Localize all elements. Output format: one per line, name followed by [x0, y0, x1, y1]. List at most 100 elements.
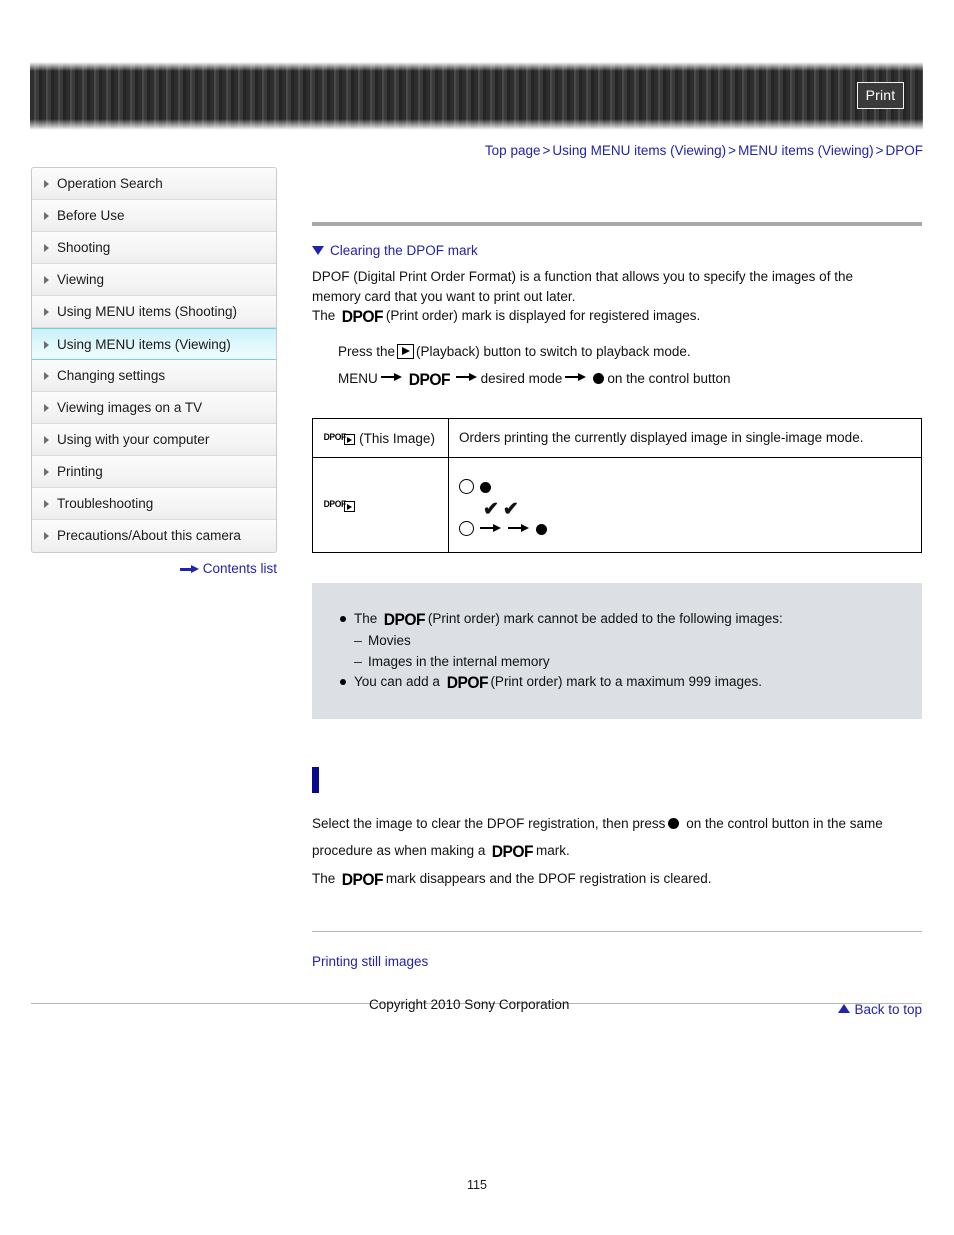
sidebar-item-label: Shooting [57, 240, 111, 255]
triangle-down-icon [312, 246, 324, 255]
clearing-dpof-mark-anchor[interactable]: Clearing the DPOF mark [312, 243, 922, 258]
sidebar-item-using-menu-items-viewing[interactable]: Using MENU items (Viewing) [32, 328, 276, 360]
clearing-line-1-text: Select the image to clear the DPOF regis… [312, 815, 666, 831]
sidebar-item-label: Troubleshooting [57, 496, 154, 511]
control-center-dot-icon [480, 481, 491, 493]
contents-list-label: Contents list [202, 561, 277, 576]
sidebar-item-label: Using with your computer [57, 432, 210, 447]
sidebar-item-viewing-images-on-a-tv[interactable]: Viewing images on a TV [32, 392, 276, 424]
page-title-placeholder [312, 167, 922, 222]
multi-step-2 [459, 519, 911, 540]
dpof-logo-icon: DPOF [408, 369, 451, 389]
table-cell-mode-multiple-images: DPOF [312, 456, 449, 553]
breadcrumb: Top page > Using MENU items (Viewing) > MENU… [485, 143, 923, 158]
arrow-right-icon [480, 524, 502, 533]
sidebar-item-printing[interactable]: Printing [32, 456, 276, 488]
table-cell-description-multiple-images: ✔ ✔ [448, 456, 922, 553]
arrow-right-icon [380, 373, 403, 382]
playback-button-icon [397, 343, 415, 359]
dpof-logo-icon: DPOF [491, 841, 534, 861]
note-item-2: You can add a DPOF (Print order) mark to … [340, 672, 922, 693]
sidebar-item-label: Printing [57, 464, 103, 479]
page-number: 115 [467, 1178, 487, 1192]
sidebar-item-precautions-about-this-camera[interactable]: Precautions/About this camera [32, 520, 276, 552]
press-suffix-label: (Playback) button to switch to playback … [416, 343, 691, 359]
dpof-logo-icon: DPOF [341, 869, 384, 889]
note-item-1: The DPOF (Print order) mark cannot be add… [340, 609, 922, 630]
note-1-suffix: (Print order) mark cannot be added to th… [427, 610, 783, 626]
sidebar-item-before-use[interactable]: Before Use [32, 200, 276, 232]
sidebar-item-operation-search[interactable]: Operation Search [32, 168, 276, 200]
print-button[interactable]: Print [857, 82, 904, 109]
sidebar-item-shooting[interactable]: Shooting [32, 232, 276, 264]
sidebar-item-label: Changing settings [57, 368, 166, 383]
breadcrumb-item-dpof[interactable]: DPOF [885, 143, 923, 158]
dpof-steps: Press the (Playback) button to switch to … [312, 338, 922, 393]
sidebar-nav: Operation Search Before Use Shooting Vie… [31, 167, 277, 553]
check-mark-icon: ✔ [483, 498, 499, 520]
section-heading-label: Clearing the DPOF mark [330, 243, 478, 258]
control-center-dot-icon [536, 523, 547, 535]
control-center-dot-icon [593, 372, 605, 384]
content-divider [312, 930, 922, 932]
table-row: DPOF ✔ ✔ [312, 456, 922, 553]
right-arrow-icon [179, 565, 200, 574]
arrow-right-icon [455, 373, 478, 382]
sidebar-item-label: Precautions/About this camera [57, 528, 241, 543]
clearing-line-2-suffix: mark. [535, 842, 570, 858]
printing-still-images-link[interactable]: Printing still images [312, 954, 922, 969]
multi-step-1 [459, 477, 911, 498]
multi-step-1-sub-2: ✔ ✔ [459, 498, 911, 519]
sidebar-item-viewing[interactable]: Viewing [32, 264, 276, 296]
sidebar-item-changing-settings[interactable]: Changing settings [32, 360, 276, 392]
sidebar-item-using-with-your-computer[interactable]: Using with your computer [32, 424, 276, 456]
step-number-1 [459, 478, 474, 494]
triangle-up-icon [838, 1003, 851, 1013]
step-number-2 [459, 520, 474, 536]
note-1-prefix: The [354, 610, 378, 626]
breadcrumb-separator: > [875, 143, 884, 158]
menu-step: MENU DPOF desired mode on the control butto… [338, 365, 922, 393]
sidebar-item-label: Viewing images on a TV [57, 400, 203, 415]
sidebar-item-label: Using MENU items (Viewing) [57, 337, 231, 352]
sidebar-item-label: Using MENU items (Shooting) [57, 304, 238, 319]
table-cell-mode-this-image: DPOF (This Image) [312, 417, 449, 458]
menu-control-label: on the control button [607, 370, 731, 386]
intro-line-1: DPOF (Digital Print Order Format) is a f… [312, 269, 853, 284]
menu-label: MENU [338, 370, 378, 386]
header-banner [30, 62, 923, 130]
dpof-mode-table: DPOF (This Image) Orders printing the cu… [312, 417, 922, 553]
check-mark-icon: ✔ [502, 498, 519, 520]
clearing-dpof-body: Select the image to clear the DPOF regis… [312, 810, 922, 893]
manual-page: Print Top page > Using MENU items (Viewing… [0, 0, 954, 1235]
dpof-logo-icon: DPOF [446, 672, 488, 692]
playback-step: Press the (Playback) button to switch to … [338, 338, 922, 365]
dpof-logo-icon: DPOF [341, 307, 384, 326]
sidebar-item-label: Viewing [57, 272, 105, 287]
dpof-logo-icon: DPOF [383, 609, 426, 629]
section-marker-bar [312, 766, 319, 793]
note-2-prefix: You can add a [354, 673, 440, 689]
clearing-line-3-suffix: mark disappears and the DPOF registratio… [385, 870, 712, 886]
main-content: Clearing the DPOF mark DPOF (Digital Pri… [312, 167, 922, 1017]
breadcrumb-item-menu-items-viewing[interactable]: MENU items (Viewing) [738, 143, 874, 158]
notes-list: The DPOF (Print order) mark cannot be add… [312, 609, 922, 693]
copyright-text: Copyright 2010 Sony Corporation [369, 997, 570, 1012]
clearing-line-2: procedure as when making a DPOF mark. [312, 837, 922, 865]
intro-mark-rest: (Print order) mark is displayed for regi… [385, 308, 701, 323]
table-cell-description-this-image: Orders printing the currently displayed … [448, 417, 922, 458]
contents-list-link[interactable]: Contents list [31, 561, 277, 576]
sidebar-item-using-menu-items-shooting[interactable]: Using MENU items (Shooting) [32, 296, 276, 328]
control-center-dot-icon [668, 817, 680, 829]
breadcrumb-item-using-menu-items-viewing[interactable]: Using MENU items (Viewing) [552, 143, 726, 158]
breadcrumb-item-top-page[interactable]: Top page [485, 143, 541, 158]
sidebar-item-label: Before Use [57, 208, 125, 223]
intro-line-3: The DPOF (Print order) mark is displayed … [312, 306, 922, 327]
notes-box: The DPOF (Print order) mark cannot be add… [312, 582, 922, 719]
clearing-line-1-end: on the control button in the same [686, 815, 883, 831]
menu-desired-label: desired mode [480, 370, 563, 386]
sidebar-item-label: Operation Search [57, 176, 163, 191]
sidebar-item-troubleshooting[interactable]: Troubleshooting [32, 488, 276, 520]
clearing-line-1: Select the image to clear the DPOF regis… [312, 810, 922, 837]
breadcrumb-separator: > [542, 143, 551, 158]
